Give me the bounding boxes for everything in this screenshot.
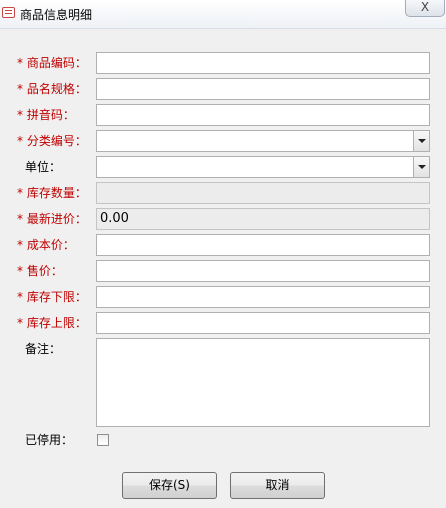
stock-quantity-field [96, 182, 430, 204]
save-button[interactable]: 保存(S) [122, 472, 217, 499]
pinyin-code-input[interactable] [96, 104, 430, 126]
category-code-label: * 分类编号： [17, 134, 87, 148]
product-code-input[interactable] [96, 52, 430, 74]
cost-price-label: * 成本价： [17, 238, 75, 252]
product-code-label: * 商品编码： [17, 56, 87, 70]
cancel-button[interactable]: 取消 [230, 472, 325, 499]
stock-max-input[interactable] [96, 312, 430, 334]
latest-purchase-price-label: * 最新进价： [17, 212, 87, 226]
unit-label: 单位： [25, 160, 62, 174]
stock-quantity-label: * 库存数量： [17, 186, 87, 200]
sale-price-label: * 售价： [17, 264, 63, 278]
stock-max-label: * 库存上限： [17, 316, 87, 330]
disabled-checkbox[interactable] [97, 434, 109, 446]
stock-min-input[interactable] [96, 286, 430, 308]
chevron-down-icon[interactable] [413, 157, 429, 177]
cost-price-input[interactable] [96, 234, 430, 256]
pinyin-code-label: * 拼音码： [17, 108, 75, 122]
remark-label: 备注： [25, 342, 62, 356]
latest-purchase-price-field: 0.00 [96, 208, 430, 230]
sale-price-input[interactable] [96, 260, 430, 282]
chevron-down-icon[interactable] [413, 131, 429, 151]
category-code-select[interactable] [96, 130, 430, 152]
disabled-label: 已停用： [25, 433, 74, 447]
window-title: 商品信息明细 [20, 8, 93, 22]
unit-select[interactable] [96, 156, 430, 178]
title-bar: 商品信息明细 X [0, 0, 446, 29]
stock-min-label: * 库存下限： [17, 290, 87, 304]
product-name-label: * 品名规格： [17, 82, 87, 96]
close-button[interactable]: X [405, 0, 445, 17]
remark-textarea[interactable] [96, 338, 430, 427]
product-name-input[interactable] [96, 78, 430, 100]
form-icon [2, 7, 15, 18]
